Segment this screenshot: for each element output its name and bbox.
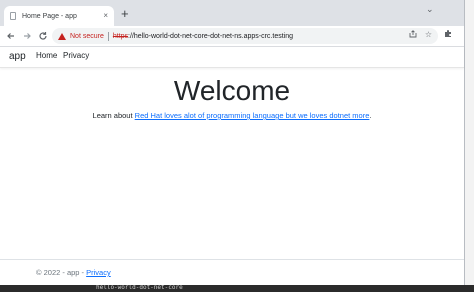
learn-link[interactable]: Red Hat loves alot of programming langua… (135, 111, 370, 120)
tab-strip: Home Page - app × + ⌄ (0, 0, 464, 26)
footer-privacy-link[interactable]: Privacy (86, 268, 111, 277)
screen: Home Page - app × + ⌄ Not secure https :… (0, 0, 474, 292)
site-brand[interactable]: app (9, 51, 26, 62)
learn-prefix: Learn about (92, 111, 135, 120)
warning-triangle-icon[interactable] (58, 32, 66, 40)
nav-link-home[interactable]: Home (36, 51, 57, 60)
page-favicon-icon (10, 12, 16, 20)
share-icon[interactable] (409, 30, 417, 40)
web-content: app Home Privacy Welcome Learn about Red… (0, 47, 464, 285)
footer-copyright: © 2022 - app - (36, 268, 87, 277)
learn-suffix: . (369, 111, 372, 120)
address-bar[interactable]: Not secure https ://hello-world-dot-net-… (52, 28, 438, 44)
omnibox-divider (107, 31, 109, 41)
browser-window: Home Page - app × + ⌄ Not secure https :… (0, 0, 465, 285)
tab-title: Home Page - app (22, 12, 77, 20)
new-tab-button[interactable]: + (121, 7, 129, 20)
arrow-right-icon[interactable] (20, 29, 34, 43)
site-navbar: app Home Privacy (0, 47, 464, 68)
footer-divider (0, 259, 464, 260)
arrow-left-icon[interactable] (4, 29, 18, 43)
background-terminal: hello-world-dot-net-core (0, 285, 474, 292)
chevron-down-icon[interactable]: ⌄ (426, 4, 434, 15)
learn-about-text: Learn about Red Hat loves alot of progra… (0, 111, 464, 120)
background-window-edge (465, 0, 474, 285)
url-text: ://hello-world-dot-net-core-dot-net-ns.a… (128, 32, 294, 40)
url-scheme: https (112, 32, 129, 40)
site-footer: © 2022 - app - Privacy (36, 268, 111, 277)
browser-toolbar: Not secure https ://hello-world-dot-net-… (0, 26, 464, 47)
tab-close-icon[interactable]: × (103, 12, 108, 20)
star-icon[interactable]: ☆ (425, 30, 432, 40)
security-label[interactable]: Not secure (70, 33, 104, 40)
page-title: Welcome (173, 75, 291, 106)
tab-home-page[interactable]: Home Page - app × (4, 6, 114, 26)
nav-link-privacy[interactable]: Privacy (63, 51, 89, 60)
terminal-text: hello-world-dot-net-core (96, 285, 183, 291)
reload-icon[interactable] (36, 29, 50, 43)
puzzle-icon[interactable] (444, 29, 453, 40)
